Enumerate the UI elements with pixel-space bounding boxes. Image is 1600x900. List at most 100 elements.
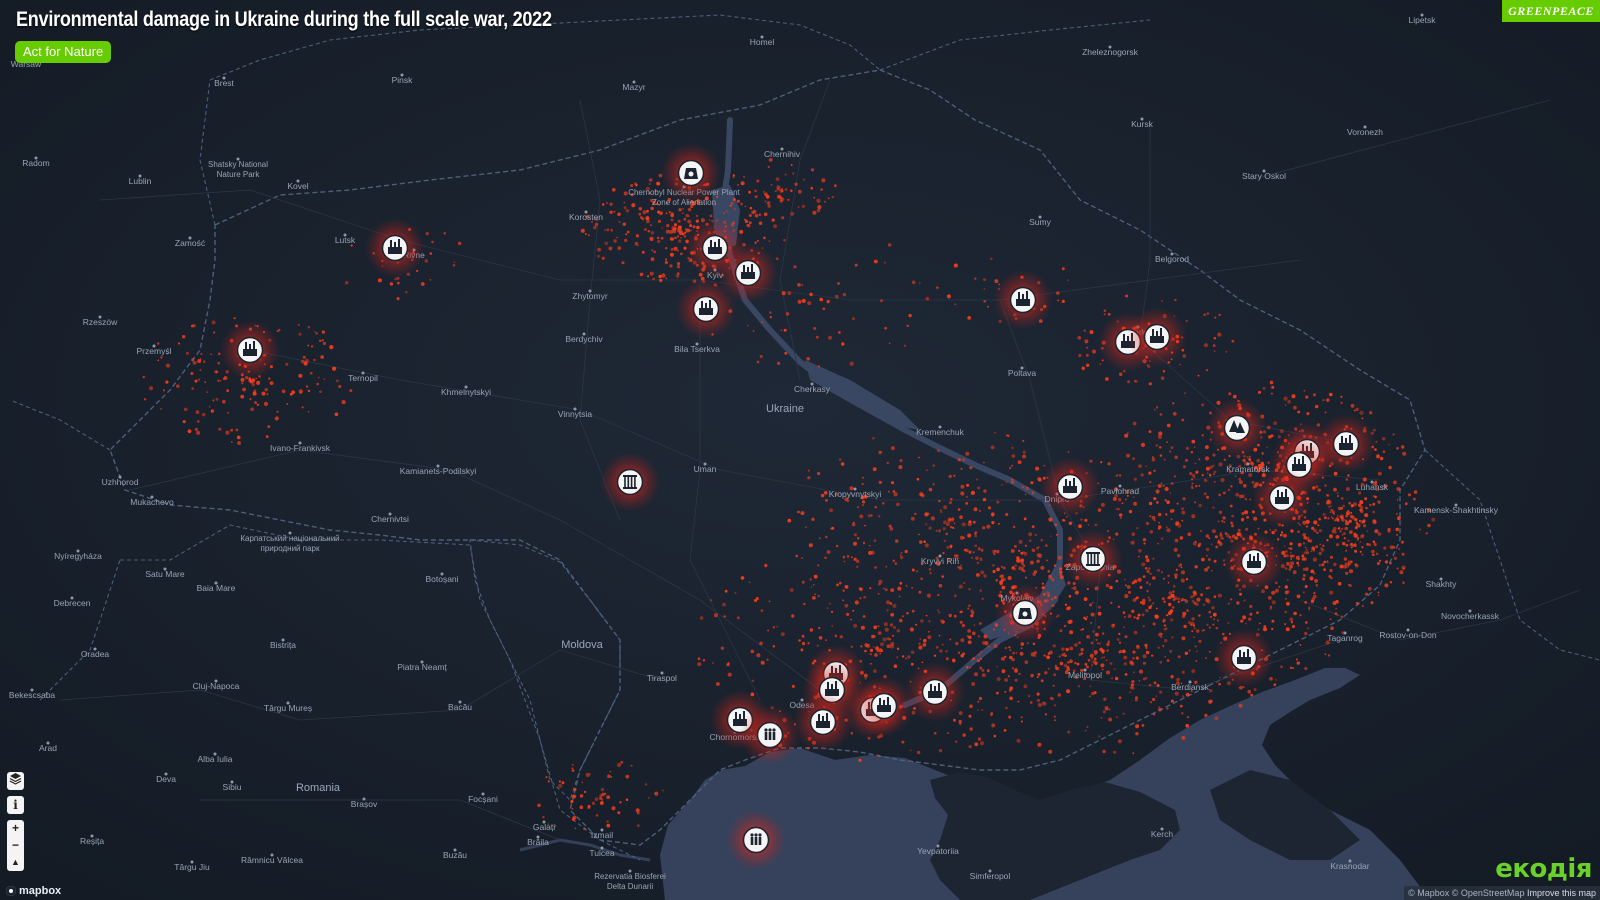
damage-point — [639, 272, 644, 277]
nuclear-marker[interactable] — [995, 583, 1055, 643]
damage-point — [1173, 475, 1176, 478]
zoom-out-button[interactable]: − — [7, 837, 24, 854]
damage-point — [1220, 477, 1225, 483]
factory-marker[interactable] — [1040, 457, 1100, 517]
damage-point — [898, 465, 903, 470]
damage-point — [892, 603, 897, 608]
damage-point — [746, 324, 749, 327]
damage-point — [806, 357, 810, 361]
map-canvas[interactable]: WarsawHomelLipetskZheleznogorskBrest Pins… — [0, 0, 1600, 900]
damage-point — [1148, 501, 1153, 506]
damage-point — [256, 403, 260, 406]
damage-point — [682, 207, 685, 210]
factory-marker[interactable] — [1316, 414, 1376, 474]
damage-point — [797, 510, 800, 514]
damage-point — [942, 527, 946, 531]
damage-point — [800, 648, 804, 652]
damage-point — [1184, 458, 1188, 462]
damage-point — [1143, 542, 1146, 545]
compass-button[interactable]: ▲ — [7, 854, 24, 871]
damage-point — [869, 587, 872, 590]
damage-point — [1344, 526, 1348, 531]
factory-marker[interactable] — [1224, 532, 1284, 592]
damage-point — [1164, 486, 1169, 492]
damage-point — [1160, 376, 1165, 381]
damage-point — [1329, 618, 1332, 620]
damage-point — [1115, 508, 1118, 510]
damage-point — [1201, 474, 1204, 477]
damage-point — [1213, 350, 1216, 352]
damage-point — [850, 645, 853, 648]
act-for-nature-button[interactable]: Act for Nature — [15, 41, 112, 63]
factory-marker[interactable] — [1214, 628, 1274, 688]
city-label: Kerch — [1151, 829, 1173, 839]
damage-point — [909, 627, 915, 632]
city-label: Brest — [214, 78, 234, 88]
city-label: Homel — [750, 37, 775, 47]
layers-button[interactable] — [7, 772, 24, 790]
damage-point — [977, 737, 982, 741]
damage-point — [1151, 515, 1156, 520]
damage-point — [856, 565, 859, 569]
pillar-marker[interactable] — [600, 452, 660, 512]
damage-point — [609, 210, 613, 214]
damage-point — [1361, 604, 1365, 608]
damage-point — [807, 469, 810, 472]
damage-point — [1313, 572, 1316, 575]
people-marker[interactable] — [740, 705, 800, 765]
damage-point — [194, 379, 198, 383]
mapbox-logo[interactable]: mapbox — [6, 885, 61, 897]
greenpeace-logo[interactable]: GREENPEACE — [1502, 0, 1600, 22]
factory-marker[interactable] — [1127, 307, 1187, 367]
people-marker[interactable] — [726, 810, 786, 870]
damage-point — [1135, 656, 1139, 660]
damage-point — [1028, 532, 1033, 537]
damage-point — [936, 286, 939, 289]
damage-point — [1356, 601, 1358, 604]
damage-point — [967, 640, 972, 645]
damage-point — [1077, 336, 1082, 340]
damage-point — [1244, 498, 1248, 501]
forest-marker[interactable] — [1207, 398, 1267, 458]
damage-point — [1119, 474, 1122, 477]
damage-point — [254, 401, 257, 404]
zoom-in-button[interactable]: + — [7, 820, 24, 837]
damage-point — [977, 635, 981, 638]
damage-point — [1340, 395, 1343, 398]
damage-point — [960, 484, 965, 489]
factory-marker[interactable] — [993, 270, 1053, 330]
damage-point — [1312, 557, 1317, 562]
damage-point — [265, 435, 269, 439]
damage-point — [1230, 598, 1233, 601]
damage-point — [1206, 472, 1209, 475]
factory-marker[interactable] — [793, 692, 853, 752]
damage-point — [974, 277, 977, 280]
factory-marker[interactable] — [220, 320, 280, 380]
factory-marker[interactable] — [854, 676, 914, 736]
damage-point — [1366, 542, 1369, 546]
damage-point — [1115, 579, 1119, 583]
damage-point — [1153, 408, 1156, 411]
damage-point — [658, 274, 662, 279]
damage-point — [756, 360, 760, 364]
damage-point — [1326, 494, 1330, 497]
nuclear-marker[interactable] — [661, 143, 721, 203]
damage-point — [677, 219, 681, 223]
factory-marker[interactable] — [1252, 468, 1312, 528]
pillar-marker[interactable] — [1063, 529, 1123, 589]
damage-point — [660, 237, 664, 240]
damage-point — [1375, 552, 1379, 556]
factory-marker[interactable] — [905, 662, 965, 722]
info-button[interactable]: i — [7, 796, 24, 814]
factory-marker[interactable] — [676, 279, 736, 339]
damage-point — [1293, 611, 1297, 616]
damage-point — [587, 804, 591, 808]
damage-point — [242, 387, 247, 392]
improve-map-link[interactable]: Improve this map — [1527, 888, 1596, 898]
factory-marker[interactable] — [365, 218, 425, 278]
damage-point — [680, 236, 682, 239]
ecodia-logo[interactable]: екодія — [1495, 854, 1592, 884]
damage-point — [267, 425, 271, 428]
damage-point — [1253, 688, 1257, 692]
damage-point — [268, 377, 271, 380]
